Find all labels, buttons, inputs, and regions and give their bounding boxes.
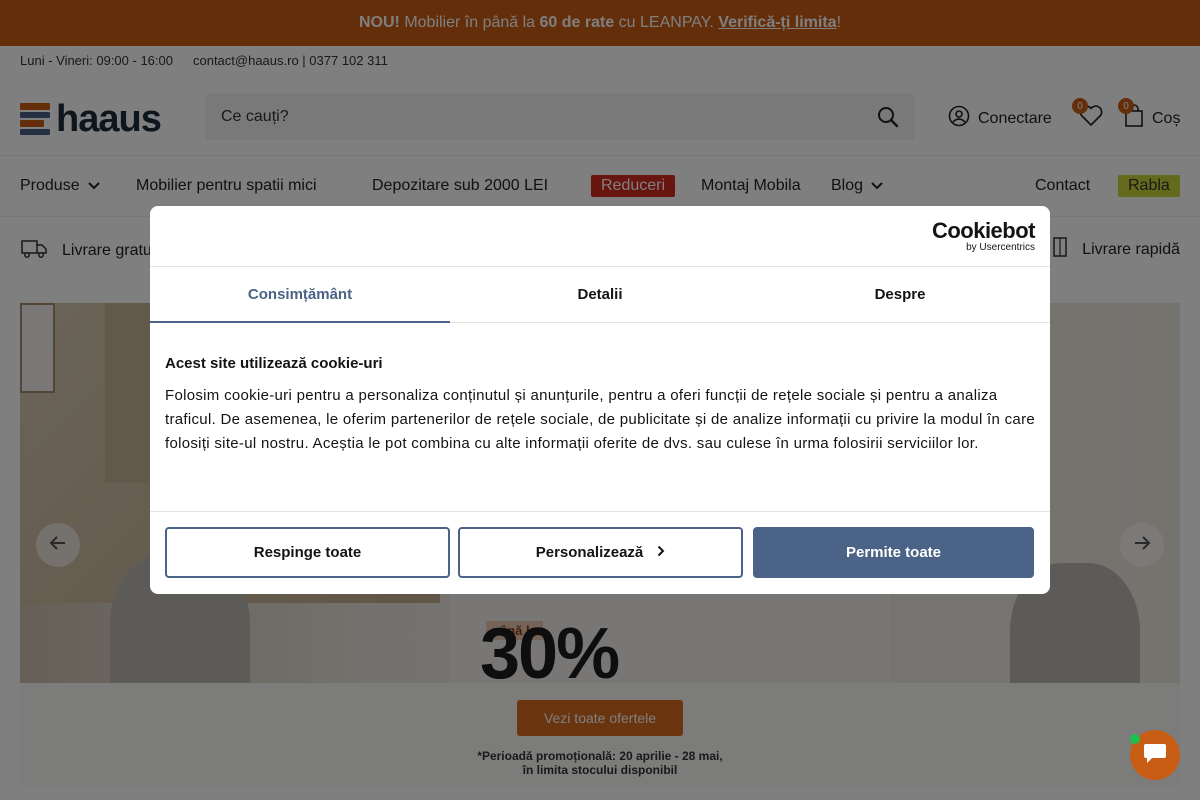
cookie-consent-dialog: Cookiebot by Usercentrics Consimțământ D…: [150, 206, 1050, 594]
cookiebot-brand-sub: by Usercentrics: [966, 242, 1035, 253]
chat-online-indicator: [1130, 734, 1140, 744]
cookie-dialog-body: Acest site utilizează cookie-uri Folosim…: [150, 323, 1050, 512]
cookiebot-logo[interactable]: Cookiebot by Usercentrics: [931, 218, 1036, 254]
tab-consimtamant[interactable]: Consimțământ: [150, 267, 450, 323]
allow-all-button[interactable]: Permite toate: [753, 527, 1034, 578]
cookie-dialog-title: Acest site utilizează cookie-uri: [165, 355, 383, 372]
tab-despre[interactable]: Despre: [750, 267, 1050, 322]
customize-label: Personalizează: [535, 544, 644, 561]
cookie-tabs: Consimțământ Detalii Despre: [150, 267, 1050, 323]
cookie-dialog-text: Folosim cookie-uri pentru a personaliza …: [165, 387, 1036, 452]
customize-button[interactable]: Personalizează: [458, 527, 743, 578]
deny-all-button[interactable]: Respinge toate: [165, 527, 450, 578]
cookie-dialog-header: Cookiebot by Usercentrics: [150, 206, 1050, 267]
tab-detalii[interactable]: Detalii: [450, 267, 750, 322]
chevron-right-icon: [657, 544, 665, 561]
deny-all-label: Respinge toate: [253, 544, 362, 561]
allow-all-label: Permite toate: [845, 544, 942, 561]
cookiebot-brand: Cookiebot: [931, 218, 1036, 243]
cookie-dialog-actions: Respinge toate Personalizează Permite to…: [150, 512, 1050, 593]
chat-bubble-icon: [1142, 741, 1168, 770]
